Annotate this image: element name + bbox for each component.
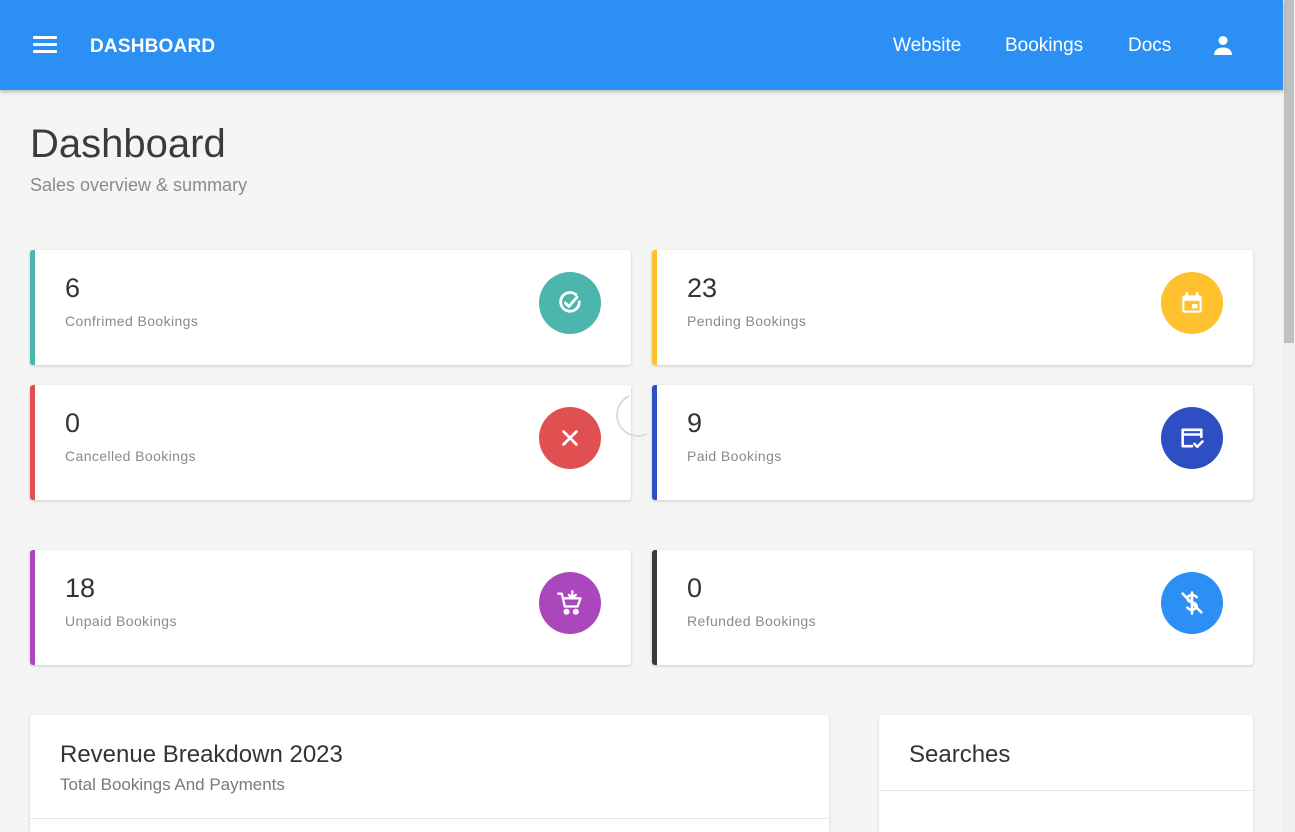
divider — [879, 790, 1253, 791]
revenue-panel: Revenue Breakdown 2023 Total Bookings An… — [30, 715, 829, 832]
calendar-icon — [1161, 272, 1223, 334]
page-title: Dashboard — [30, 122, 226, 166]
revenue-subtitle: Total Bookings And Payments — [60, 775, 285, 794]
cart-remove-icon — [539, 572, 601, 634]
no-money-icon — [1161, 572, 1223, 634]
searches-title: Searches — [909, 741, 1011, 768]
menu-icon[interactable] — [33, 36, 57, 54]
top-app-bar: DASHBOARD Website Bookings Docs — [0, 0, 1283, 90]
check-circle-icon — [539, 272, 601, 334]
stat-value: 9 — [687, 408, 703, 438]
page-subtitle: Sales overview & summary — [30, 175, 248, 195]
stat-label: Pending Bookings — [687, 313, 807, 329]
stat-card-unpaid: 18 Unpaid Bookings — [30, 550, 631, 665]
stat-card-confirmed: 6 Confrimed Bookings — [30, 250, 631, 365]
stat-card-refunded: 0 Refunded Bookings — [652, 550, 1253, 665]
nav-link-docs[interactable]: Docs — [1128, 35, 1171, 57]
stat-value: 0 — [65, 408, 81, 438]
stat-label: Refunded Bookings — [687, 613, 816, 629]
divider — [30, 818, 829, 819]
stat-card-pending: 23 Pending Bookings — [652, 250, 1253, 365]
stat-card-cancelled: 0 Cancelled Bookings — [30, 385, 631, 500]
close-icon — [539, 407, 601, 469]
stat-label: Unpaid Bookings — [65, 613, 177, 629]
revenue-title: Revenue Breakdown 2023 — [60, 741, 343, 768]
stat-label: Cancelled Bookings — [65, 448, 196, 464]
user-icon[interactable] — [1211, 33, 1235, 57]
stat-value: 6 — [65, 273, 81, 303]
stat-label: Confrimed Bookings — [65, 313, 199, 329]
stat-label: Paid Bookings — [687, 448, 782, 464]
payment-check-icon — [1161, 407, 1223, 469]
stat-value: 23 — [687, 273, 718, 303]
stat-card-paid: 9 Paid Bookings — [652, 385, 1253, 500]
nav-link-website[interactable]: Website — [893, 35, 961, 57]
nav-link-bookings[interactable]: Bookings — [1005, 35, 1083, 57]
stat-value: 18 — [65, 573, 96, 603]
brand-title[interactable]: DASHBOARD — [90, 36, 215, 58]
scrollbar-thumb[interactable] — [1284, 0, 1294, 343]
stat-value: 0 — [687, 573, 703, 603]
searches-panel: Searches — [879, 715, 1253, 832]
